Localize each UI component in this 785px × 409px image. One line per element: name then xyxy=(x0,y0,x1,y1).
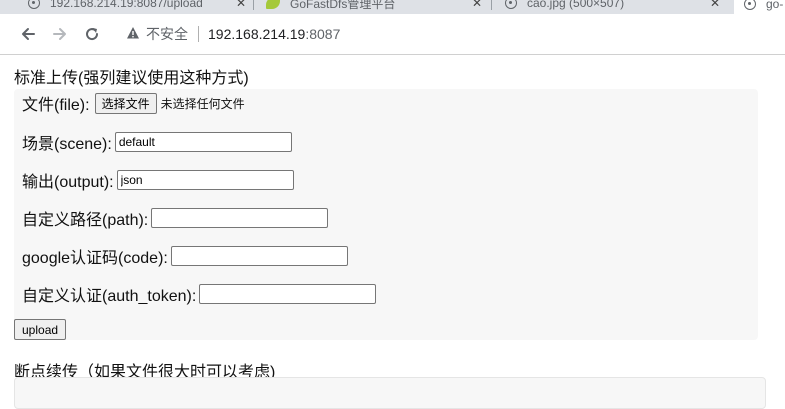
tab-title: 192.168.214.19:8087/upload xyxy=(50,0,203,10)
output-label: 输出(output): xyxy=(22,173,114,191)
omnibox-divider xyxy=(198,26,199,42)
auth-token-row: 自定义认证(auth_token): xyxy=(22,283,377,305)
path-row: 自定义路径(path): xyxy=(22,207,329,229)
auth-token-label: 自定义认证(auth_token): xyxy=(22,287,197,305)
tab-title: go- xyxy=(766,0,784,11)
security-label[interactable]: 不安全 xyxy=(146,24,188,44)
close-tab-icon[interactable]: ✕ xyxy=(710,0,720,10)
globe-icon xyxy=(744,0,756,10)
tab-gofastdfs[interactable]: GoFastDfs管理平台 xyxy=(266,0,395,12)
forward-button[interactable] xyxy=(48,22,72,46)
tab-upload[interactable]: 192.168.214.19:8087/upload xyxy=(28,0,203,12)
standard-upload-title: 标准上传(强列建议使用这种方式) xyxy=(14,70,249,87)
url-port: :8087 xyxy=(305,26,341,42)
back-button[interactable] xyxy=(16,22,40,46)
tab-title: cao.jpg (500×507) xyxy=(527,0,625,10)
tab-active-go[interactable]: go- xyxy=(734,0,785,14)
globe-icon xyxy=(28,0,40,9)
reload-button[interactable] xyxy=(80,22,104,46)
reload-icon xyxy=(86,28,99,41)
resume-upload-form xyxy=(14,377,766,409)
arrow-left-icon xyxy=(22,28,35,40)
arrow-right-icon xyxy=(53,28,66,40)
tab-cao-jpg[interactable]: cao.jpg (500×507) xyxy=(505,0,624,12)
scene-row: 场景(scene): xyxy=(22,131,292,153)
address-bar[interactable]: 不安全 192.168.214.19 :8087 xyxy=(118,20,785,48)
scene-input[interactable] xyxy=(114,131,292,152)
upload-button[interactable]: upload xyxy=(14,319,67,340)
tab-strip: 192.168.214.19:8087/upload ✕ GoFastDfs管理… xyxy=(0,0,785,14)
warning-icon[interactable] xyxy=(126,26,140,43)
tab-separator xyxy=(491,0,492,10)
auth-token-input[interactable] xyxy=(199,283,377,304)
tab-separator xyxy=(253,0,254,10)
code-row: google认证码(code): xyxy=(22,245,348,267)
url-host: 192.168.214.19 xyxy=(208,26,306,42)
leaf-icon xyxy=(266,0,280,9)
path-label: 自定义路径(path): xyxy=(22,211,149,229)
globe-icon xyxy=(505,0,517,9)
path-input[interactable] xyxy=(151,207,329,228)
output-input[interactable] xyxy=(116,169,294,190)
code-input[interactable] xyxy=(170,245,348,266)
code-label: google认证码(code): xyxy=(22,249,168,267)
tab-title: GoFastDfs管理平台 xyxy=(290,0,396,11)
close-tab-icon[interactable]: ✕ xyxy=(236,0,246,10)
close-tab-icon[interactable]: ✕ xyxy=(472,0,482,10)
file-label: 文件(file): xyxy=(22,97,90,114)
output-row: 输出(output): xyxy=(22,169,294,191)
file-row: 文件(file): 选择文件 未选择任何文件 xyxy=(22,92,245,114)
no-file-chosen-text: 未选择任何文件 xyxy=(160,96,245,111)
browser-toolbar: 不安全 192.168.214.19 :8087 xyxy=(0,14,785,55)
choose-file-button[interactable]: 选择文件 xyxy=(94,92,157,114)
scene-label: 场景(scene): xyxy=(22,135,112,153)
